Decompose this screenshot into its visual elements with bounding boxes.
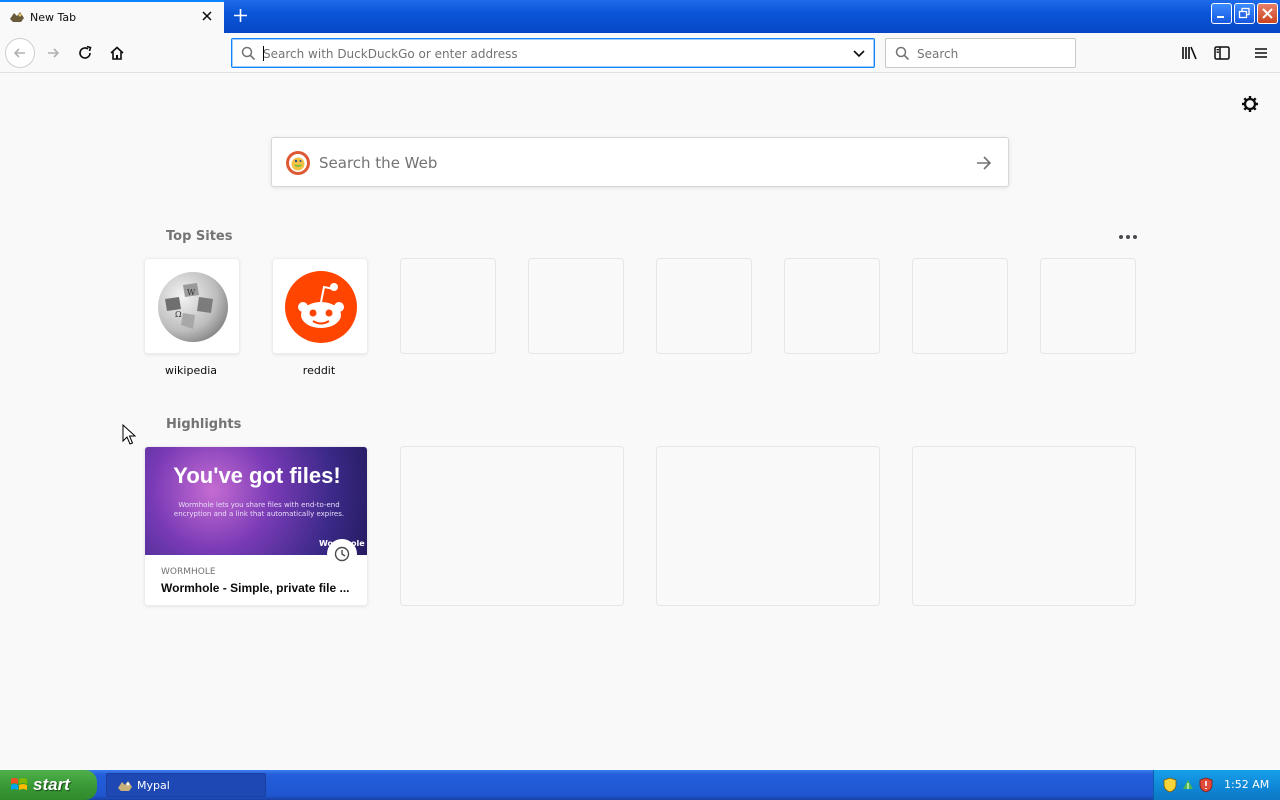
- top-site-label: wikipedia: [164, 364, 217, 377]
- highlight-card-empty: [656, 446, 880, 606]
- mypal-favicon-icon: [10, 12, 24, 22]
- top-site-empty: [528, 258, 624, 354]
- svg-text:Ω: Ω: [175, 310, 182, 319]
- highlight-card-wormhole[interactable]: You've got files! Wormhole lets you shar…: [144, 446, 368, 606]
- top-site-empty: [656, 258, 752, 354]
- restore-icon: [1238, 7, 1250, 19]
- search-bar-placeholder: Search: [917, 47, 959, 61]
- text-caret: [263, 46, 264, 61]
- more-options-icon[interactable]: [1118, 234, 1138, 240]
- start-label: start: [33, 775, 70, 794]
- security-shield-icon[interactable]: [1162, 777, 1178, 793]
- top-site-wikipedia[interactable]: W Ω: [144, 258, 240, 354]
- hamburger-menu-icon: [1255, 48, 1267, 58]
- system-tray: 1:52 AM: [1153, 770, 1280, 800]
- highlight-preview-image: You've got files! Wormhole lets you shar…: [145, 447, 367, 555]
- history-badge: [327, 539, 357, 569]
- search-icon: [895, 46, 910, 61]
- tab-new-tab[interactable]: New Tab: [0, 0, 224, 33]
- minimize-button[interactable]: [1211, 3, 1232, 24]
- arrow-right-icon[interactable]: [974, 153, 994, 173]
- url-bar-placeholder: Search with DuckDuckGo or enter address: [263, 47, 518, 61]
- taskbar-item-mypal[interactable]: Mypal: [106, 773, 266, 797]
- search-bar[interactable]: Search: [885, 38, 1076, 68]
- wikipedia-globe-icon: W Ω: [158, 272, 228, 342]
- navigation-toolbar: Search with DuckDuckGo or enter address …: [0, 33, 1280, 73]
- restore-button[interactable]: [1234, 3, 1255, 24]
- web-search-box[interactable]: Search the Web: [271, 137, 1009, 187]
- highlight-title: Wormhole - Simple, private file ...: [161, 581, 350, 595]
- top-site-reddit[interactable]: [272, 258, 368, 354]
- duckduckgo-logo-icon: [286, 151, 310, 175]
- close-window-icon: [1262, 8, 1273, 19]
- network-icon[interactable]: [1180, 777, 1196, 793]
- preview-subtext: Wormhole lets you share files with end-t…: [173, 501, 345, 518]
- tab-title: New Tab: [30, 11, 77, 24]
- sidebar-button[interactable]: [1207, 38, 1237, 68]
- minimize-icon: [1217, 16, 1224, 18]
- forward-button[interactable]: [38, 38, 68, 68]
- title-bar: New Tab: [0, 0, 1280, 33]
- taskbar-item-label: Mypal: [137, 779, 170, 792]
- web-search-placeholder: Search the Web: [319, 154, 438, 172]
- top-site-empty: [400, 258, 496, 354]
- url-bar[interactable]: Search with DuckDuckGo or enter address: [231, 38, 875, 68]
- top-site-empty: [1040, 258, 1136, 354]
- gear-icon[interactable]: [1240, 94, 1260, 114]
- home-button[interactable]: [102, 38, 132, 68]
- menu-button[interactable]: [1246, 38, 1276, 68]
- library-icon: [1182, 46, 1197, 60]
- top-site-empty: [784, 258, 880, 354]
- back-button[interactable]: [5, 38, 35, 68]
- warning-shield-icon[interactable]: [1198, 777, 1214, 793]
- clock-icon: [334, 546, 350, 562]
- windows-logo-icon: [11, 778, 27, 790]
- reload-button[interactable]: [70, 38, 100, 68]
- search-icon: [241, 46, 256, 61]
- system-clock: 1:52 AM: [1224, 778, 1270, 791]
- sidebar-icon: [1214, 46, 1230, 60]
- forward-arrow-icon: [48, 48, 60, 58]
- top-sites-heading: Top Sites: [166, 229, 233, 244]
- mypal-app-icon: [118, 781, 132, 791]
- highlight-card-empty: [912, 446, 1136, 606]
- preview-heading: You've got files!: [173, 463, 341, 488]
- new-tab-page: Search the Web Top Sites W Ω wikipedia r…: [0, 74, 1280, 770]
- start-button[interactable]: start: [0, 770, 97, 800]
- new-tab-plus-icon[interactable]: [232, 7, 249, 24]
- close-tab-icon[interactable]: [200, 9, 214, 23]
- highlight-host: WORMHOLE: [161, 567, 216, 577]
- taskbar: start Mypal 1:52 AM: [0, 770, 1280, 800]
- top-site-label: reddit: [302, 364, 336, 377]
- highlight-card-empty: [400, 446, 624, 606]
- highlights-heading: Highlights: [166, 417, 242, 432]
- library-button[interactable]: [1175, 38, 1205, 68]
- home-icon: [110, 46, 124, 60]
- back-arrow-icon: [13, 48, 25, 58]
- reload-icon: [79, 45, 92, 59]
- chevron-down-icon[interactable]: [852, 48, 866, 60]
- close-window-button[interactable]: [1257, 3, 1278, 24]
- top-site-empty: [912, 258, 1008, 354]
- mouse-cursor-icon: [122, 424, 136, 445]
- svg-text:W: W: [187, 288, 196, 297]
- reddit-logo-icon: [285, 271, 357, 343]
